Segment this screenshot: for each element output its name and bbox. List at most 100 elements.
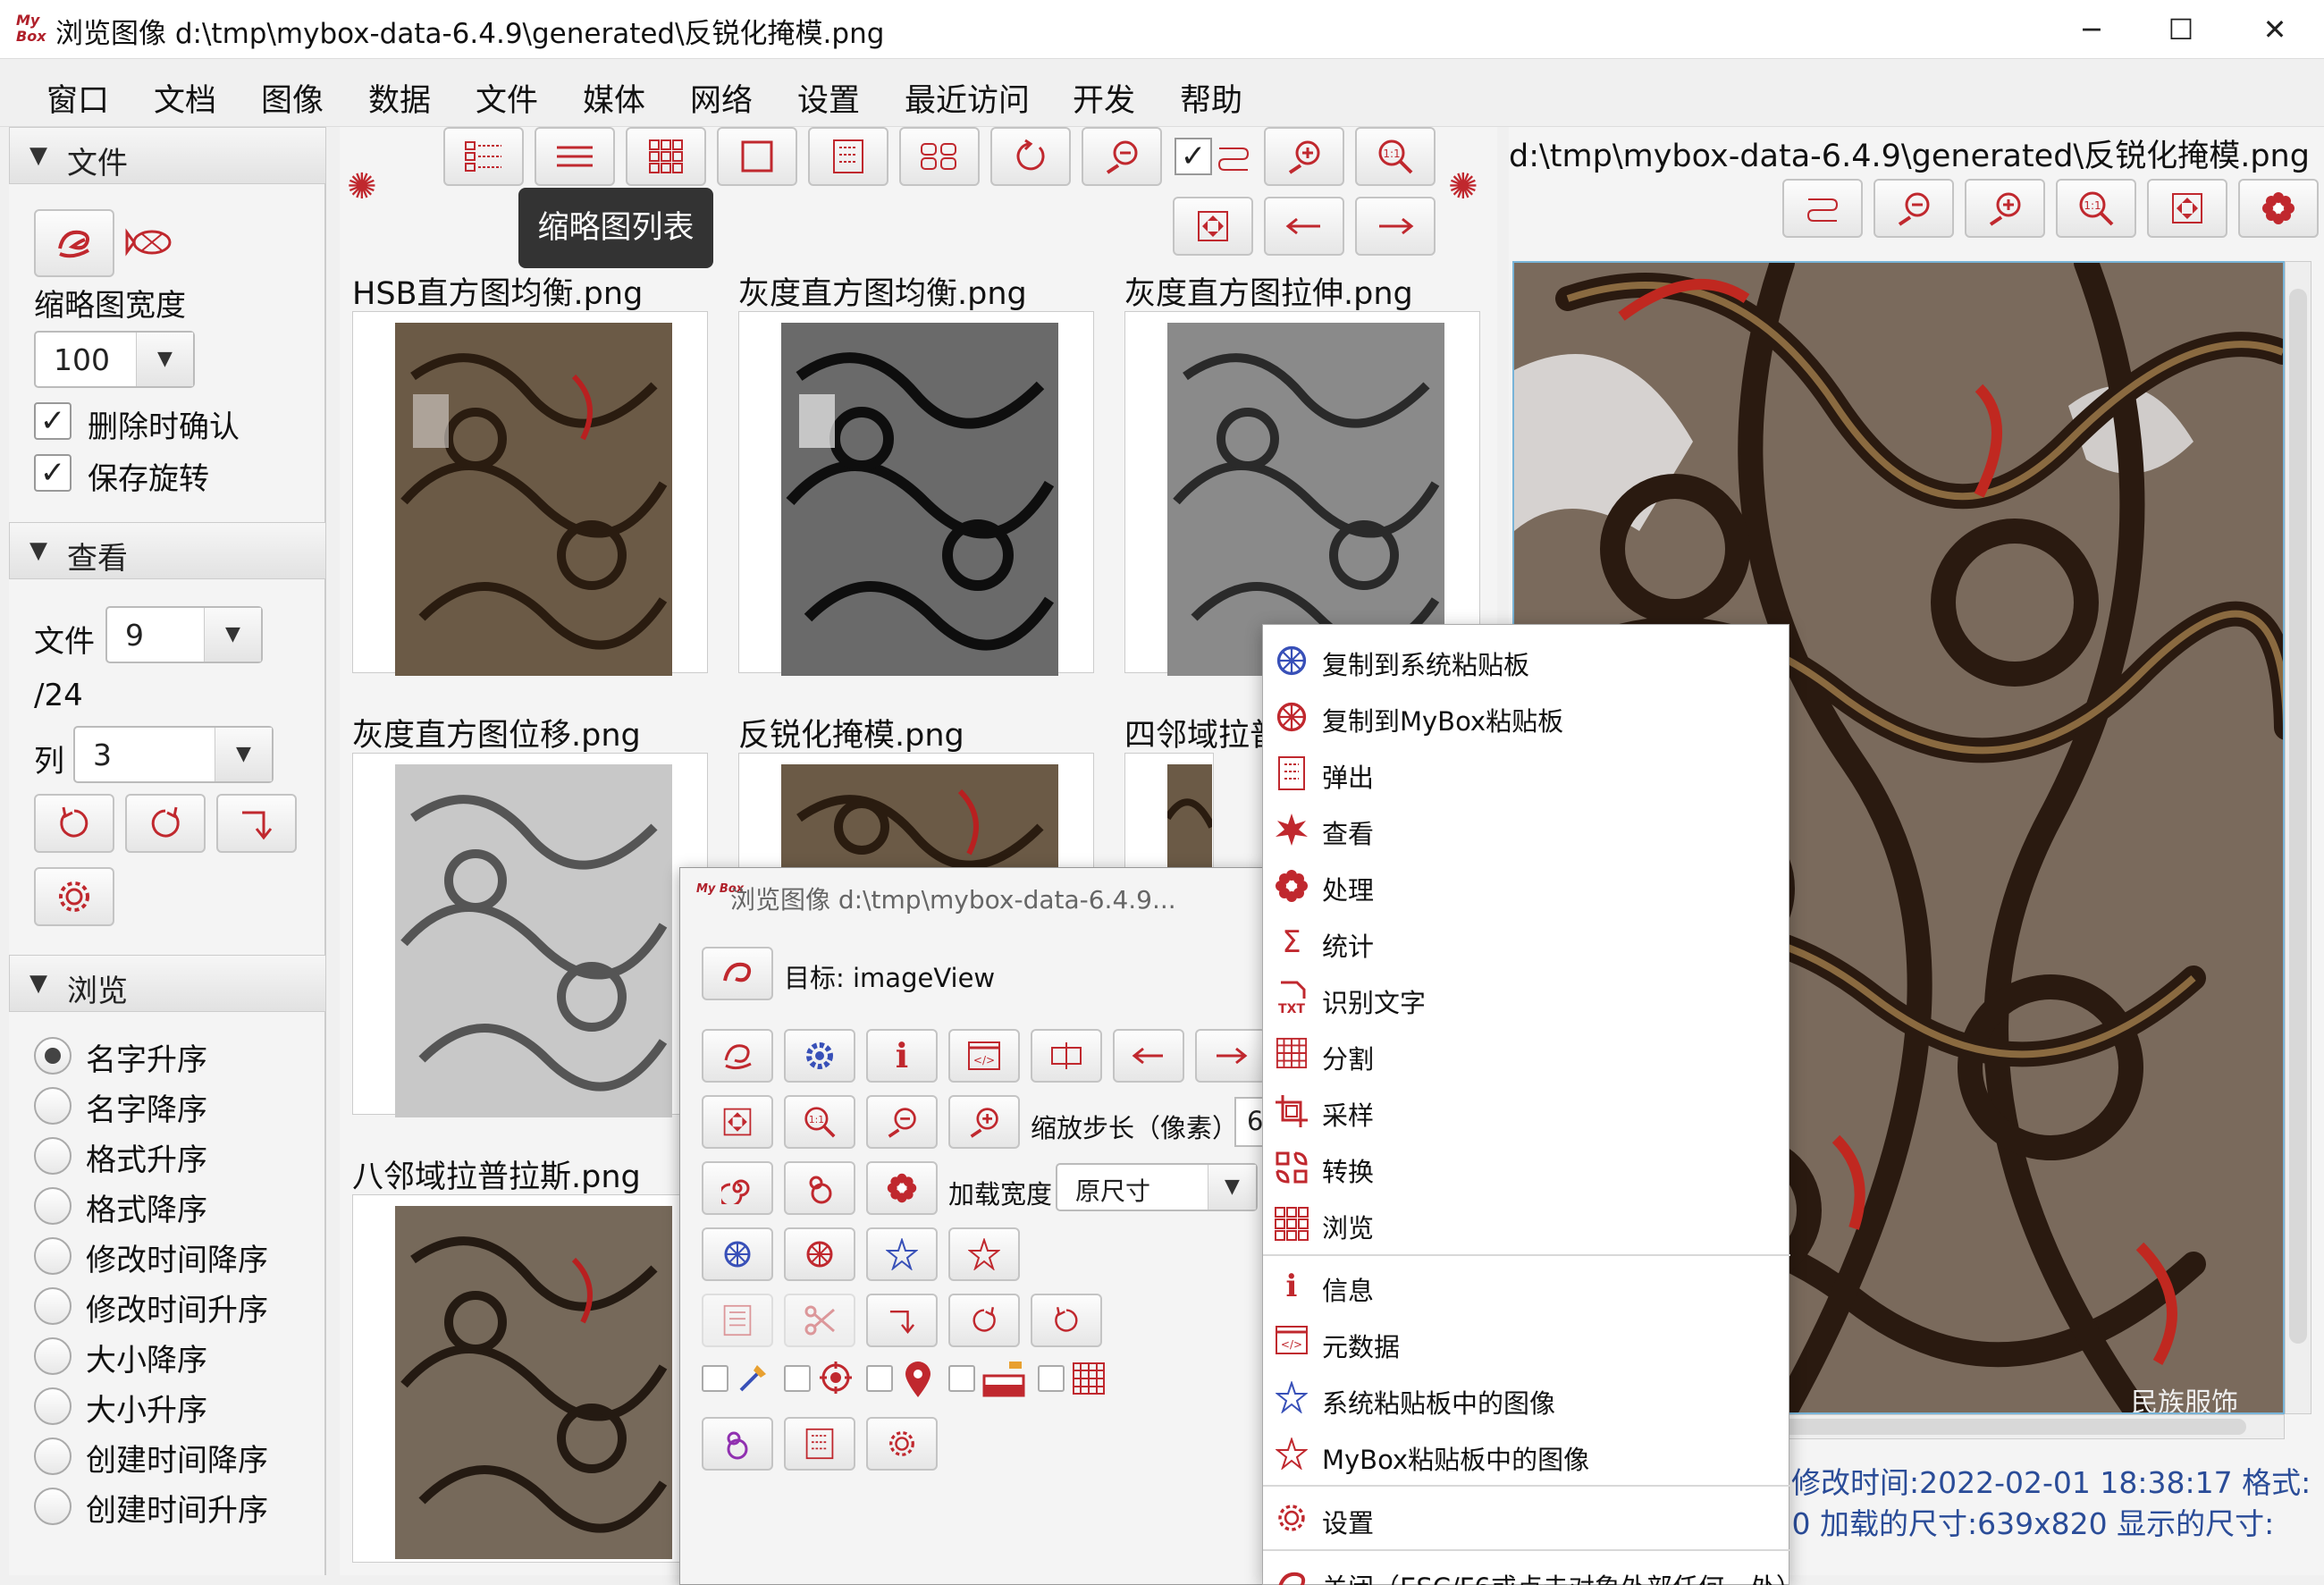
document-view-button[interactable]: [808, 127, 888, 186]
select-button[interactable]: [899, 127, 980, 186]
menu-help[interactable]: 帮助: [1180, 75, 1242, 121]
thumbnails-list-button[interactable]: [443, 127, 524, 186]
chevron-down-icon[interactable]: ▼: [136, 333, 193, 386]
popup-action-button[interactable]: [784, 1161, 855, 1215]
menu-media[interactable]: 媒体: [583, 75, 645, 121]
menu-item-info[interactable]: ℹ 信息: [1263, 1258, 1790, 1314]
vertical-scrollbar[interactable]: [2285, 261, 2311, 1414]
popup-checkbox[interactable]: [866, 1365, 893, 1392]
menu-item-convert[interactable]: 转换: [1263, 1139, 1790, 1195]
view-section-header[interactable]: ▼ 查看: [9, 522, 326, 579]
thumbnail-item[interactable]: [738, 311, 1094, 676]
menu-item-ocr[interactable]: TXT 识别文字: [1263, 970, 1790, 1026]
menu-data[interactable]: 数据: [368, 75, 431, 121]
menu-item-split[interactable]: 分割: [1263, 1026, 1790, 1083]
settings-button[interactable]: [34, 867, 114, 926]
chevron-down-icon[interactable]: ▼: [204, 608, 261, 662]
settings-button[interactable]: [866, 1417, 938, 1471]
popup-action-button[interactable]: [784, 1417, 855, 1471]
menu-item-copy-system[interactable]: 复制到系统粘贴板: [1263, 632, 1790, 688]
save-rotation-checkbox[interactable]: ✓: [34, 454, 72, 492]
size-button[interactable]: [1031, 1029, 1102, 1083]
browse-section-header[interactable]: ▼ 浏览: [9, 955, 326, 1012]
maximize-button[interactable]: ☐: [2141, 7, 2221, 52]
menu-item-copy-mybox[interactable]: 复制到MyBox粘贴板: [1263, 688, 1790, 745]
rotate-right-button[interactable]: [125, 794, 206, 853]
menu-image[interactable]: 图像: [261, 75, 324, 121]
menu-window[interactable]: 窗口: [46, 75, 109, 121]
popup-action-button[interactable]: [866, 1161, 938, 1215]
original-size-button[interactable]: 1:1: [1355, 127, 1436, 186]
popup-checkbox[interactable]: [948, 1365, 975, 1392]
menu-file[interactable]: 文件: [476, 75, 538, 121]
menu-document[interactable]: 文档: [154, 75, 216, 121]
sort-size-asc-radio[interactable]: [34, 1387, 72, 1425]
fit-window-button[interactable]: [2147, 179, 2227, 238]
popup-checkbox[interactable]: [784, 1365, 811, 1392]
pick-checkbox[interactable]: ✓: [1175, 138, 1212, 175]
turn-over-button[interactable]: [216, 794, 297, 853]
popup-action-button[interactable]: [702, 1417, 773, 1471]
popup-action-button[interactable]: [702, 1161, 773, 1215]
zoom-in-button[interactable]: [948, 1095, 1020, 1149]
menu-item-process[interactable]: 处理: [1263, 857, 1790, 914]
menu-item-metadata[interactable]: </> 元数据: [1263, 1314, 1790, 1370]
menu-settings[interactable]: 设置: [797, 75, 860, 121]
zoom-in-button[interactable]: [1264, 127, 1344, 186]
file-index-combo[interactable]: 9 ▼: [105, 606, 263, 663]
sort-ctime-desc-radio[interactable]: [34, 1437, 72, 1475]
zoom-in-button[interactable]: [1965, 179, 2045, 238]
scroll-thumb[interactable]: [2289, 289, 2307, 1344]
rotate-right-button[interactable]: [948, 1294, 1020, 1347]
list-button[interactable]: [535, 127, 615, 186]
turn-over-button[interactable]: [866, 1294, 938, 1347]
close-button[interactable]: ✕: [2235, 7, 2315, 52]
load-width-combo[interactable]: 原尺寸 ▼: [1056, 1163, 1258, 1211]
pick-color-button[interactable]: [1782, 179, 1863, 238]
next-button[interactable]: [1195, 1029, 1267, 1083]
previous-button[interactable]: [1113, 1029, 1184, 1083]
chevron-down-icon[interactable]: ▼: [215, 728, 272, 781]
thumbnail-item[interactable]: [352, 1194, 708, 1563]
menu-item-popup[interactable]: 弹出: [1263, 745, 1790, 801]
sort-mtime-asc-radio[interactable]: [34, 1287, 72, 1325]
info-button[interactable]: ℹ: [866, 1029, 938, 1083]
popup-action-button[interactable]: [784, 1227, 855, 1281]
fish-icon[interactable]: [125, 220, 179, 265]
popup-action-button[interactable]: [784, 1029, 855, 1083]
zoom-out-button[interactable]: [866, 1095, 938, 1149]
thumb-width-combo[interactable]: 100 ▼: [34, 331, 195, 388]
sort-ctime-asc-radio[interactable]: [34, 1488, 72, 1525]
chevron-down-icon[interactable]: ▼: [1208, 1165, 1256, 1210]
popup-action-button[interactable]: [702, 1029, 773, 1083]
menu-item-sample[interactable]: 采样: [1263, 1083, 1790, 1139]
sort-name-asc-radio[interactable]: [34, 1037, 72, 1075]
sort-mtime-desc-radio[interactable]: [34, 1237, 72, 1275]
menu-develop[interactable]: 开发: [1073, 75, 1135, 121]
rotate-left-button[interactable]: [1031, 1294, 1102, 1347]
menu-network[interactable]: 网络: [690, 75, 753, 121]
original-size-button[interactable]: 1:1: [2056, 179, 2136, 238]
menu-item-system-clipboard-images[interactable]: 系统粘贴板中的图像: [1263, 1370, 1790, 1427]
original-size-button[interactable]: 1:1: [784, 1095, 855, 1149]
zoom-out-button[interactable]: [1874, 179, 1954, 238]
sort-size-desc-radio[interactable]: [34, 1337, 72, 1375]
thumbnail-item[interactable]: [1124, 311, 1480, 676]
rotate-left-button[interactable]: [34, 794, 114, 853]
refresh-button[interactable]: [990, 127, 1071, 186]
popup-action-button[interactable]: [948, 1227, 1020, 1281]
grid-view-button[interactable]: [626, 127, 706, 186]
confirm-delete-checkbox[interactable]: ✓: [34, 402, 72, 440]
sort-name-desc-radio[interactable]: [34, 1087, 72, 1125]
sort-format-asc-radio[interactable]: [34, 1137, 72, 1175]
menu-item-statistics[interactable]: Σ 统计: [1263, 914, 1790, 970]
target-button[interactable]: [702, 947, 773, 1000]
menu-button[interactable]: [2238, 179, 2319, 238]
thumbnail-item[interactable]: [352, 753, 708, 1117]
menu-item-mybox-clipboard-images[interactable]: MyBox粘贴板中的图像: [1263, 1427, 1790, 1483]
col-combo[interactable]: 3 ▼: [73, 726, 274, 783]
menu-item-view[interactable]: 查看: [1263, 801, 1790, 857]
file-section-header[interactable]: ▼ 文件: [9, 127, 326, 184]
fit-window-button[interactable]: [1173, 197, 1253, 256]
thumbnail-item[interactable]: [352, 311, 708, 676]
